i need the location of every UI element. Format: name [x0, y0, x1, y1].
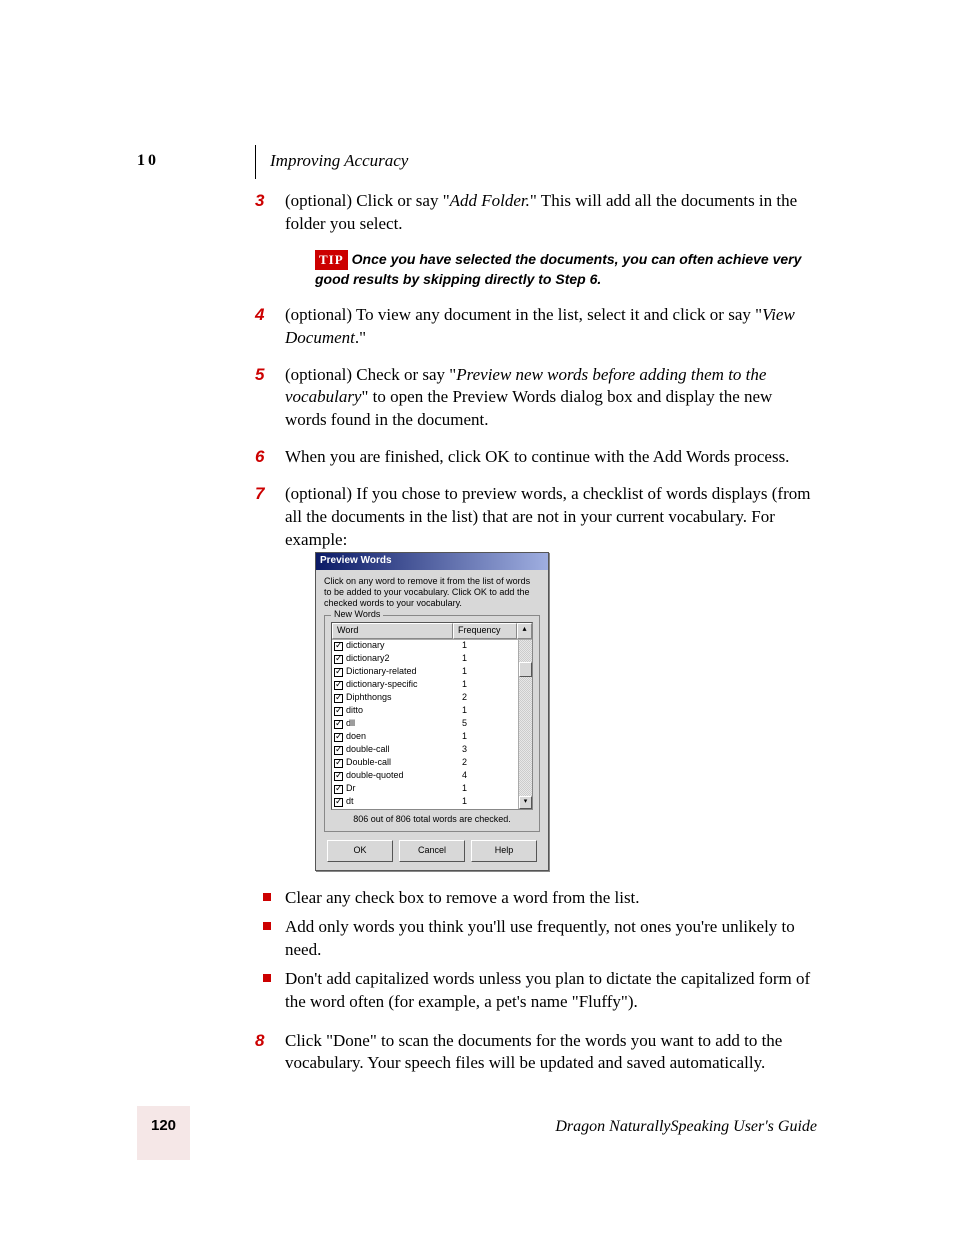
scroll-up-button[interactable]: ▴ — [517, 623, 532, 638]
frequency-cell: 1 — [458, 796, 516, 807]
command-name: Add Folder. — [450, 191, 530, 210]
word-row[interactable]: Diphthongs2 — [332, 692, 518, 705]
word-row[interactable]: Double-call2 — [332, 757, 518, 770]
step-6: 6 When you are finished, click OK to con… — [255, 446, 815, 469]
preview-words-dialog: Preview Words Click on any word to remov… — [315, 552, 549, 871]
step-number: 8 — [255, 1030, 264, 1053]
checkbox[interactable] — [334, 733, 343, 742]
step-number: 5 — [255, 364, 264, 387]
word-row[interactable]: dll5 — [332, 718, 518, 731]
dialog-title: Preview Words — [316, 553, 548, 570]
scroll-thumb[interactable] — [519, 662, 532, 677]
guide-title: Dragon NaturallySpeaking User's Guide — [555, 1116, 817, 1160]
help-button[interactable]: Help — [471, 840, 537, 862]
step-number: 4 — [255, 304, 264, 327]
checkbox[interactable] — [334, 785, 343, 794]
checkbox[interactable] — [334, 668, 343, 677]
word-cell: dll — [346, 718, 458, 729]
frequency-cell: 1 — [458, 666, 516, 677]
column-header-word[interactable]: Word — [332, 623, 453, 638]
scroll-down-button[interactable]: ▾ — [519, 796, 532, 809]
status-text: 806 out of 806 total words are checked. — [331, 810, 533, 825]
tip-box: TIPOnce you have selected the documents,… — [315, 250, 815, 290]
checkbox[interactable] — [334, 694, 343, 703]
step-text: (optional) If you chose to preview words… — [285, 484, 810, 549]
main-content: 3 (optional) Click or say "Add Folder." … — [255, 190, 815, 1089]
frequency-cell: 5 — [458, 718, 516, 729]
checkbox[interactable] — [334, 707, 343, 716]
frequency-cell: 4 — [458, 770, 516, 781]
chapter-title: Improving Accuracy — [270, 150, 408, 173]
word-row[interactable]: double-call3 — [332, 744, 518, 757]
word-cell: Double-call — [346, 757, 458, 768]
step-text: When you are finished, click OK to conti… — [285, 447, 789, 466]
group-label: New Words — [331, 609, 383, 620]
bullet-3: Don't add capitalized words unless you p… — [255, 968, 815, 1014]
word-cell: dictionary — [346, 640, 458, 651]
frequency-cell: 1 — [458, 705, 516, 716]
new-words-group: New Words Word Frequency ▴ dictionary1di… — [324, 615, 540, 832]
scrollbar[interactable]: ▾ — [518, 640, 532, 809]
word-row[interactable]: dictionary21 — [332, 653, 518, 666]
step-3: 3 (optional) Click or say "Add Folder." … — [255, 190, 815, 290]
bullet-2: Add only words you think you'll use freq… — [255, 916, 815, 962]
word-cell: double-quoted — [346, 770, 458, 781]
dialog-instruction: Click on any word to remove it from the … — [324, 576, 540, 610]
frequency-cell: 1 — [458, 653, 516, 664]
checkbox[interactable] — [334, 746, 343, 755]
frequency-cell: 1 — [458, 679, 516, 690]
step-text: Click "Done" to scan the documents for t… — [285, 1031, 782, 1073]
checkbox[interactable] — [334, 681, 343, 690]
frequency-cell: 3 — [458, 744, 516, 755]
chapter-number: 10 — [137, 150, 159, 172]
checkbox[interactable] — [334, 642, 343, 651]
cancel-button[interactable]: Cancel — [399, 840, 465, 862]
word-row[interactable]: dictionary-specific1 — [332, 679, 518, 692]
frequency-cell: 1 — [458, 640, 516, 651]
step-number: 7 — [255, 483, 264, 506]
frequency-cell: 1 — [458, 783, 516, 794]
word-cell: ditto — [346, 705, 458, 716]
words-listbox[interactable]: Word Frequency ▴ dictionary1dictionary21… — [331, 622, 533, 809]
page-number: 120 — [137, 1106, 190, 1160]
tip-label: TIP — [315, 250, 348, 270]
step-text: (optional) To view any document in the l… — [285, 305, 795, 347]
ok-button[interactable]: OK — [327, 840, 393, 862]
word-row[interactable]: dictionary1 — [332, 640, 518, 653]
header-divider — [255, 145, 256, 179]
word-cell: doen — [346, 731, 458, 742]
checkbox[interactable] — [334, 759, 343, 768]
checkbox[interactable] — [334, 655, 343, 664]
frequency-cell: 1 — [458, 731, 516, 742]
word-cell: dictionary2 — [346, 653, 458, 664]
step-number: 3 — [255, 190, 264, 213]
step-number: 6 — [255, 446, 264, 469]
word-cell: dictionary-specific — [346, 679, 458, 690]
checkbox[interactable] — [334, 720, 343, 729]
word-row[interactable]: double-quoted4 — [332, 770, 518, 783]
word-cell: Dictionary-related — [346, 666, 458, 677]
step-7: 7 (optional) If you chose to preview wor… — [255, 483, 815, 871]
word-row[interactable]: ditto1 — [332, 705, 518, 718]
word-cell: Dr — [346, 783, 458, 794]
tip-text: Once you have selected the documents, yo… — [315, 251, 801, 287]
step-4: 4 (optional) To view any document in the… — [255, 304, 815, 350]
step-5: 5 (optional) Check or say "Preview new w… — [255, 364, 815, 433]
word-row[interactable]: doen1 — [332, 731, 518, 744]
word-cell: Diphthongs — [346, 692, 458, 703]
word-cell: double-call — [346, 744, 458, 755]
step-text: (optional) Check or say "Preview new wor… — [285, 365, 772, 430]
bullet-1: Clear any check box to remove a word fro… — [255, 887, 815, 910]
word-row[interactable]: Dr1 — [332, 783, 518, 796]
column-header-frequency[interactable]: Frequency — [453, 623, 517, 638]
word-cell: dt — [346, 796, 458, 807]
word-row[interactable]: dt1 — [332, 796, 518, 809]
checkbox[interactable] — [334, 772, 343, 781]
word-row[interactable]: Dictionary-related1 — [332, 666, 518, 679]
step-8: 8 Click "Done" to scan the documents for… — [255, 1030, 815, 1076]
frequency-cell: 2 — [458, 692, 516, 703]
step-text: (optional) Click or say "Add Folder." Th… — [285, 191, 797, 233]
checkbox[interactable] — [334, 798, 343, 807]
frequency-cell: 2 — [458, 757, 516, 768]
